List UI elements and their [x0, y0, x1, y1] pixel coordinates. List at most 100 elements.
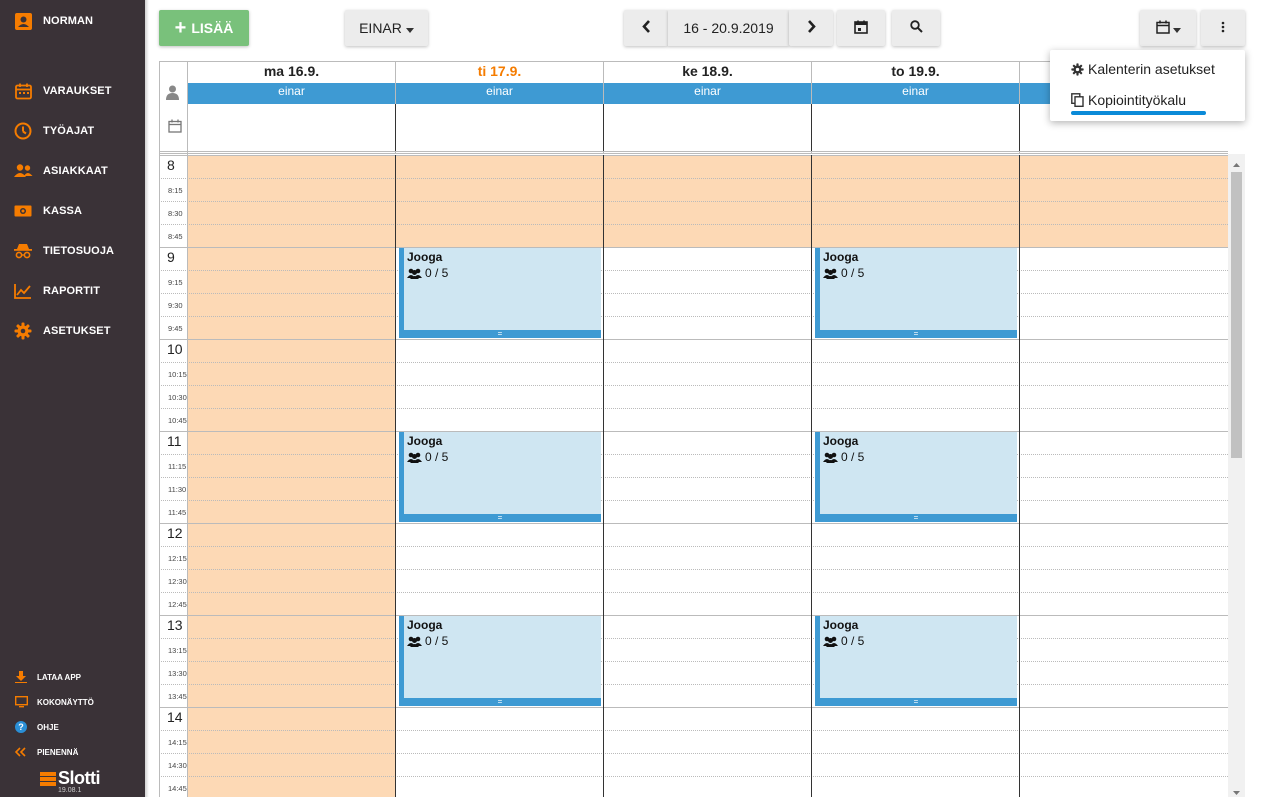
- sidebar-item-varaukset[interactable]: VARAUKSET: [0, 71, 145, 111]
- caret-down-icon: [1172, 20, 1181, 36]
- svg-text:?: ?: [18, 722, 24, 732]
- hour-label: 14: [167, 709, 183, 725]
- quarter-line: [159, 592, 1228, 593]
- staff-bar[interactable]: einar: [188, 83, 395, 104]
- event-title: Jooga: [823, 618, 859, 632]
- sidebar-item-asiakkaat[interactable]: ASIAKKAAT: [0, 151, 145, 191]
- calendar-day-icon: [854, 20, 868, 37]
- calendar-view-icon: [1155, 20, 1170, 37]
- hour-line: [159, 339, 1228, 340]
- caret-down-icon: [405, 20, 414, 36]
- user-menu[interactable]: NORMAN: [0, 1, 145, 41]
- menu-item-copy-tool[interactable]: Kopiointityökalu: [1070, 92, 1186, 108]
- event-resize-handle[interactable]: =: [399, 330, 601, 338]
- user-icon: [13, 11, 33, 31]
- day-header[interactable]: to 19.9.: [812, 62, 1019, 81]
- event-resize-handle[interactable]: =: [399, 514, 601, 522]
- staff-bar[interactable]: einar: [604, 83, 811, 104]
- event-block[interactable]: Jooga 0 / 5 =: [399, 432, 601, 522]
- event-resize-handle[interactable]: =: [815, 698, 1017, 706]
- chevron-right-icon: [807, 20, 816, 36]
- sidebar-item-tyoajat[interactable]: TYÖAJAT: [0, 111, 145, 151]
- day-header[interactable]: ti 17.9.: [396, 62, 603, 81]
- search-button[interactable]: [892, 10, 940, 46]
- view-select-button[interactable]: [1140, 10, 1196, 46]
- quarter-line: [159, 408, 1228, 409]
- sidebar-item-label: TIETOSUOJA: [43, 245, 115, 257]
- monitor-icon: [13, 694, 29, 710]
- date-range-display[interactable]: 16 - 20.9.2019: [668, 10, 789, 46]
- quarter-label: 13:30: [168, 669, 187, 678]
- sidebar-item-tietosuoja[interactable]: TIETOSUOJA: [0, 231, 145, 271]
- staff-bar[interactable]: einar: [812, 83, 1019, 104]
- sidebar-item-asetukset[interactable]: ASETUKSET: [0, 311, 145, 351]
- event-resize-handle[interactable]: =: [815, 514, 1017, 522]
- event-block[interactable]: Jooga 0 / 5 =: [815, 432, 1017, 522]
- quarter-label: 8:15: [168, 186, 183, 195]
- sidebar-bottom-label: LATAA APP: [37, 672, 81, 682]
- event-resize-handle[interactable]: =: [815, 330, 1017, 338]
- calendar-row-icon: [168, 119, 182, 135]
- fullscreen-link[interactable]: KOKONÄYTTÖ: [0, 691, 145, 713]
- day-column-divider: [603, 155, 604, 797]
- quarter-line: [159, 546, 1228, 547]
- quarter-label: 9:45: [168, 324, 183, 333]
- scrollbar-thumb[interactable]: [1231, 172, 1242, 458]
- staff-name: einar: [694, 84, 721, 98]
- sidebar-item-raportit[interactable]: RAPORTIT: [0, 271, 145, 311]
- event-block[interactable]: Jooga 0 / 5 =: [399, 248, 601, 338]
- add-button[interactable]: + LISÄÄ: [159, 10, 249, 46]
- quarter-line: [159, 270, 1228, 271]
- slotti-logo: Slotti: [40, 768, 101, 789]
- download-app-link[interactable]: LATAA APP: [0, 666, 145, 688]
- event-block[interactable]: Jooga 0 / 5 =: [399, 616, 601, 706]
- event-capacity: 0 / 5: [823, 634, 864, 648]
- scroll-down-arrow[interactable]: [1231, 785, 1242, 797]
- collapse-link[interactable]: PIENENNÄ: [0, 741, 145, 763]
- hour-line: [159, 523, 1228, 524]
- help-link[interactable]: ? OHJE: [0, 716, 145, 738]
- day-header[interactable]: ke 18.9.: [604, 62, 811, 81]
- staff-select-button[interactable]: EINAR: [345, 10, 428, 46]
- menu-item-calendar-settings[interactable]: Kalenterin asetukset: [1070, 61, 1215, 77]
- more-options-button[interactable]: [1201, 10, 1245, 46]
- group-icon: [823, 636, 838, 647]
- header-separator: [159, 153, 1228, 154]
- hour-line: [159, 431, 1228, 432]
- event-block[interactable]: Jooga 0 / 5 =: [815, 616, 1017, 706]
- quarter-label: 9:15: [168, 278, 183, 287]
- menu-highlight-underline: [1071, 111, 1206, 115]
- event-title: Jooga: [407, 434, 443, 448]
- day-column-divider: [395, 155, 396, 797]
- next-week-button[interactable]: [789, 10, 833, 46]
- quarter-line: [159, 776, 1228, 777]
- group-icon: [407, 452, 422, 463]
- hour-label: 12: [167, 525, 183, 541]
- quarter-label: 8:30: [168, 209, 183, 218]
- date-picker-button[interactable]: [837, 10, 885, 46]
- day-header[interactable]: ma 16.9.: [188, 62, 395, 81]
- plus-icon: +: [174, 17, 187, 39]
- event-resize-handle[interactable]: =: [399, 698, 601, 706]
- version-label: 19.08.1: [58, 787, 82, 794]
- sidebar-item-kassa[interactable]: KASSA: [0, 191, 145, 231]
- day-column-divider: [811, 155, 812, 797]
- event-block[interactable]: Jooga 0 / 5 =: [815, 248, 1017, 338]
- scroll-up-arrow[interactable]: [1231, 157, 1242, 169]
- quarter-line: [159, 454, 1228, 455]
- staff-name: einar: [486, 84, 513, 98]
- sidebar-item-label: RAPORTIT: [43, 285, 101, 297]
- event-title: Jooga: [407, 250, 443, 264]
- event-title: Jooga: [823, 250, 859, 264]
- sidebar-bottom-label: KOKONÄYTTÖ: [37, 697, 94, 707]
- staff-bar[interactable]: einar: [396, 83, 603, 104]
- quarter-line: [159, 316, 1228, 317]
- hour-label: 11: [167, 433, 182, 449]
- logo-text: Slotti: [58, 768, 101, 788]
- chevron-left-icon: [641, 20, 651, 36]
- sidebar-bottom-label: PIENENNÄ: [37, 747, 79, 757]
- previous-week-button[interactable]: [624, 10, 668, 46]
- quarter-line: [159, 500, 1228, 501]
- quarter-label: 8:45: [168, 232, 183, 241]
- spy-icon: [13, 241, 33, 261]
